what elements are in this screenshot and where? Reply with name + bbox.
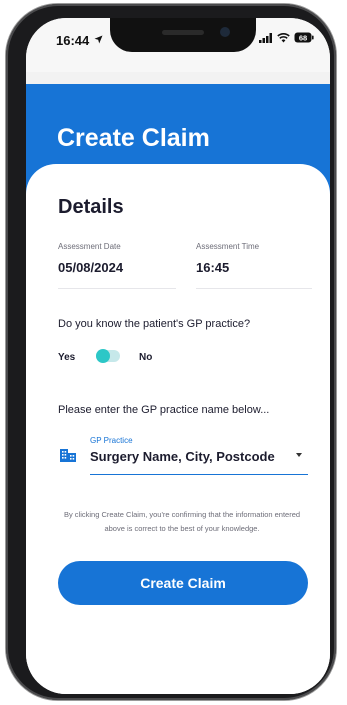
- gp-question: Do you know the patient's GP practice?: [58, 318, 251, 330]
- date-underline: [58, 288, 176, 289]
- details-card: Details Assessment Date 05/08/2024 Asses…: [26, 164, 330, 694]
- battery-level: 68: [299, 34, 307, 43]
- assessment-date-field[interactable]: 05/08/2024: [58, 260, 123, 275]
- create-claim-button[interactable]: Create Claim: [58, 561, 308, 605]
- phone-frame: 16:44 68 Create Claim Details Assessment…: [6, 4, 336, 700]
- front-camera: [220, 27, 230, 37]
- screen: 16:44 68 Create Claim Details Assessment…: [26, 18, 330, 694]
- status-time: 16:44: [56, 33, 90, 48]
- notch: [110, 18, 256, 52]
- time-underline: [196, 288, 312, 289]
- building-icon: [60, 449, 76, 462]
- assessment-date-label: Assessment Date: [58, 242, 121, 251]
- location-arrow-icon: [94, 35, 103, 44]
- toggle-yes-label: Yes: [58, 352, 76, 363]
- gp-practice-underline: [90, 474, 308, 475]
- page-title: Create Claim: [57, 124, 210, 152]
- gp-known-toggle[interactable]: [96, 349, 120, 363]
- assessment-time-field[interactable]: 16:45: [196, 260, 229, 275]
- speaker-grille: [162, 30, 204, 35]
- toggle-no-label: No: [139, 352, 153, 363]
- chevron-down-icon[interactable]: [296, 453, 302, 457]
- assessment-time-label: Assessment Time: [196, 242, 260, 251]
- battery-icon: 68: [294, 32, 314, 43]
- status-icons: 68: [259, 32, 314, 43]
- signal-icon: [259, 32, 272, 43]
- status-bar: 16:44 68: [26, 18, 330, 72]
- gp-practice-label: GP Practice: [90, 436, 133, 445]
- gp-prompt: Please enter the GP practice name below.…: [58, 404, 270, 416]
- wifi-icon: [277, 32, 290, 42]
- toggle-knob: [96, 349, 110, 363]
- gp-practice-select[interactable]: Surgery Name, City, Postcode: [90, 449, 275, 464]
- section-title: Details: [58, 196, 124, 218]
- disclaimer-text: By clicking Create Claim, you're confirm…: [63, 510, 301, 533]
